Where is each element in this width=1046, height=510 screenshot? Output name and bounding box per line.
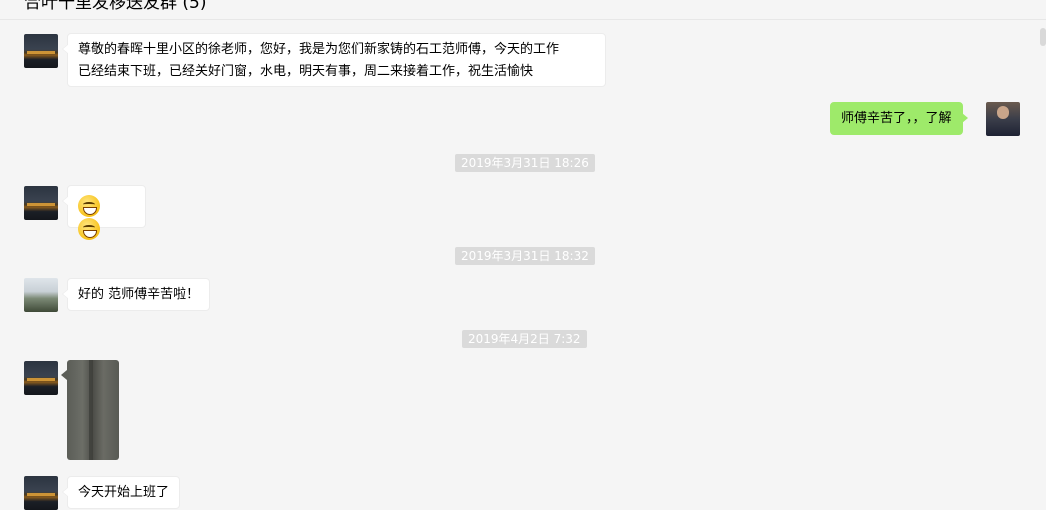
grin-emoji-icon — [78, 195, 100, 217]
chat-title: 合叶十里发移送友群 (5) — [24, 0, 207, 13]
timestamp: 2019年3月31日 18:32 — [455, 247, 595, 265]
message-bubble[interactable]: 尊敬的春晖十里小区的徐老师，您好，我是为您们新家铸的石工范师傅，今天的工作 已经… — [62, 33, 606, 87]
message-bubble[interactable]: 今天开始上班了 — [61, 476, 181, 509]
floor-crack-photo[interactable] — [67, 360, 119, 460]
grin-emoji-icon — [78, 217, 100, 240]
chat-header: 合叶十里发移送友群 (5) — [0, 0, 1046, 20]
timestamp: 2019年3月31日 18:26 — [455, 154, 595, 172]
message-text: 师傅辛苦了，，了解 — [841, 111, 952, 126]
message-bubble[interactable]: 好的 范师傅辛苦啦！ — [61, 278, 211, 311]
message-text-line: 已经结束下班，已经关好门窗，水电，明天有事，周二来接着工作，祝生活愉快 — [78, 64, 534, 79]
message-text: 好的 范师傅辛苦啦！ — [78, 287, 200, 302]
message-text: 今天开始上班了 — [78, 485, 170, 500]
message-text-line: 尊敬的春晖十里小区的徐老师，您好，我是为您们新家铸的石工范师傅，今天的工作 — [78, 42, 560, 57]
scrollbar-thumb[interactable] — [1040, 28, 1046, 46]
avatar[interactable] — [24, 186, 58, 220]
message-bubble-emoji[interactable] — [62, 185, 146, 240]
avatar[interactable] — [24, 476, 58, 510]
message-bubble-self[interactable]: 师傅辛苦了，，了解 — [830, 102, 968, 135]
avatar[interactable] — [24, 278, 58, 312]
timestamp: 2019年4月2日 7:32 — [462, 330, 587, 348]
avatar-self[interactable] — [986, 102, 1020, 136]
avatar[interactable] — [24, 34, 58, 68]
avatar[interactable] — [24, 361, 58, 395]
